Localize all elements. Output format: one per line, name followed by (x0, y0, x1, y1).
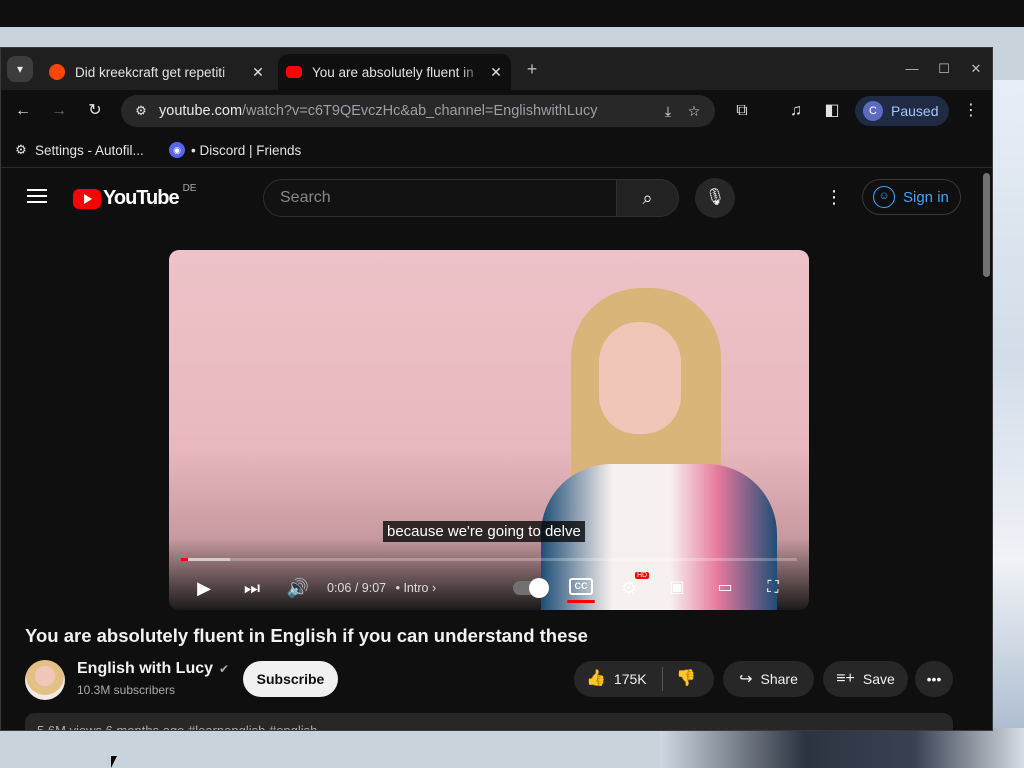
tab-title: Did kreekcraft get repetiti (75, 64, 226, 80)
browser-menu-icon[interactable]: ⋮ (958, 99, 984, 123)
reddit-icon (49, 64, 65, 80)
tab-bar: ▾ Did kreekcraft get repetiti ✕ You are … (1, 48, 992, 90)
forward-button[interactable]: → (46, 99, 72, 123)
desktop-wallpaper-bottom (660, 728, 1024, 768)
thumbs-up-icon: 👍 (586, 670, 606, 687)
sign-in-button[interactable]: ☺ Sign in (862, 179, 961, 215)
theater-mode-icon[interactable]: ▭ (711, 572, 739, 604)
country-code: DE (182, 183, 197, 194)
played-bar (181, 558, 188, 561)
dislike-button[interactable]: 👎 (676, 661, 696, 697)
channel-name[interactable]: English with Lucy ✔ (77, 660, 229, 678)
reload-button[interactable]: ↻ (82, 99, 108, 123)
maximize-button[interactable]: ☐ (933, 58, 955, 80)
save-button[interactable]: ≡+ Save (823, 661, 908, 697)
channel-avatar[interactable] (25, 660, 65, 700)
discord-icon: ◉ (169, 142, 185, 158)
time-display: 0:06 / 9:07 • Intro › (327, 581, 437, 595)
page-scrollbar[interactable] (983, 173, 990, 277)
bookmark-label: Settings - Autofil... (35, 142, 144, 158)
description-box[interactable]: 5.6M views 6 months ago #learnenglish #e… (25, 713, 953, 730)
settings-menu-icon[interactable]: ⋮ (825, 185, 843, 209)
gear-icon: ⚙ (15, 142, 27, 157)
tab-title: You are absolutely fluent in (312, 64, 474, 80)
like-dislike-group: 👍 175K 👎 (574, 661, 714, 697)
like-button[interactable]: 👍 175K (586, 661, 647, 697)
site-info-icon[interactable]: ⚙ (129, 103, 153, 119)
profile-status: Paused (891, 103, 939, 119)
progress-bar[interactable] (181, 558, 797, 561)
youtube-logo[interactable]: YouTube DE (73, 183, 196, 210)
url-text[interactable]: youtube.com/watch?v=c6T9QEvczHc&ab_chann… (159, 103, 655, 119)
video-frame-presenter (541, 288, 777, 610)
voice-search-button[interactable]: 🎙 (695, 178, 735, 218)
tab-youtube[interactable]: You are absolutely fluent in ✕ (278, 54, 511, 90)
video-player[interactable]: because we're going to delve ▶ ⏭ 🔊 0:06 … (169, 250, 809, 610)
bookmark-discord[interactable]: ◉ • Discord | Friends (169, 140, 301, 160)
current-time: 0:06 (327, 581, 352, 595)
profile-avatar: C (863, 101, 883, 121)
search-input[interactable]: Search (263, 179, 617, 217)
bookmark-settings[interactable]: ⚙ Settings - Autofil... (13, 140, 144, 160)
more-horizontal-icon: ••• (926, 671, 942, 687)
mouse-cursor-icon (111, 756, 117, 768)
search-icon: ⌕ (642, 188, 653, 208)
desktop-top-strip (0, 0, 1024, 27)
video-title: You are absolutely fluent in English if … (25, 625, 588, 646)
microphone-icon: 🎙 (704, 189, 726, 206)
close-window-button[interactable]: ✕ (965, 58, 987, 80)
install-app-icon[interactable]: ⤓ (655, 103, 681, 120)
minimize-button[interactable]: — (901, 58, 923, 80)
subscriber-count: 10.3M subscribers (77, 683, 176, 697)
browser-window: ▾ Did kreekcraft get repetiti ✕ You are … (0, 47, 993, 731)
address-bar[interactable]: ⚙ youtube.com/watch?v=c6T9QEvczHc&ab_cha… (121, 95, 715, 127)
youtube-icon (286, 66, 302, 78)
extensions-icon[interactable]: ⧉ (729, 99, 755, 123)
search-button[interactable]: ⌕ (617, 179, 679, 217)
verified-icon: ✔ (219, 662, 230, 676)
volume-icon[interactable]: 🔊 (285, 572, 311, 604)
new-tab-button[interactable]: + (521, 58, 543, 80)
next-button[interactable]: ⏭ (239, 572, 265, 604)
subtitles-button[interactable]: CC (569, 578, 593, 595)
bookmark-star-icon[interactable]: ☆ (681, 103, 707, 120)
tab-search-button[interactable]: ▾ (7, 56, 33, 82)
chevron-down-icon: ▾ (16, 62, 24, 76)
fullscreen-icon[interactable]: ⛶ (761, 572, 785, 604)
hd-badge: HD (635, 572, 650, 579)
chapter-button[interactable]: • Intro › (396, 581, 437, 595)
desktop-wallpaper (990, 80, 1024, 768)
bookmarks-bar: ⚙ Settings - Autofil... ◉ • Discord | Fr… (1, 132, 992, 168)
profile-button[interactable]: C Paused (855, 96, 949, 126)
more-actions-button[interactable]: ••• (915, 661, 953, 697)
tab-reddit[interactable]: Did kreekcraft get repetiti ✕ (41, 54, 273, 90)
youtube-play-icon (73, 188, 101, 209)
subscribe-button[interactable]: Subscribe (243, 661, 338, 697)
subtitle-caption: because we're going to delve (383, 521, 585, 542)
sign-in-label: Sign in (903, 188, 949, 206)
playlist-add-icon: ≡+ (836, 670, 855, 687)
close-tab-icon[interactable]: ✕ (247, 64, 269, 81)
logo-text: YouTube (103, 187, 180, 209)
buffered-bar (181, 558, 231, 561)
menu-icon[interactable] (27, 189, 47, 203)
share-button[interactable]: ↪ Share (723, 661, 814, 697)
browser-toolbar: ← → ↻ ⚙ youtube.com/watch?v=c6T9QEvczHc&… (1, 90, 992, 132)
close-tab-icon[interactable]: ✕ (485, 64, 507, 81)
player-controls: ▶ ⏭ 🔊 0:06 / 9:07 • Intro › CC ⚙ HD ▣ ▭ … (169, 572, 809, 604)
back-button[interactable]: ← (10, 99, 36, 123)
media-control-icon[interactable]: ♫ (783, 99, 809, 123)
side-panel-icon[interactable]: ◧ (819, 99, 845, 123)
autoplay-toggle[interactable] (513, 578, 549, 598)
share-icon: ↪ (739, 671, 753, 688)
bookmark-label: • Discord | Friends (191, 142, 302, 158)
miniplayer-icon[interactable]: ▣ (665, 572, 689, 604)
subtitles-active-indicator (567, 600, 595, 603)
youtube-page: YouTube DE Search ⌕ 🎙 ⋮ ☺ Sign in becaus… (1, 169, 992, 730)
thumbs-down-icon: 👎 (676, 670, 696, 687)
account-icon: ☺ (873, 186, 895, 208)
play-button[interactable]: ▶ (191, 572, 217, 604)
duration: 9:07 (361, 581, 387, 595)
